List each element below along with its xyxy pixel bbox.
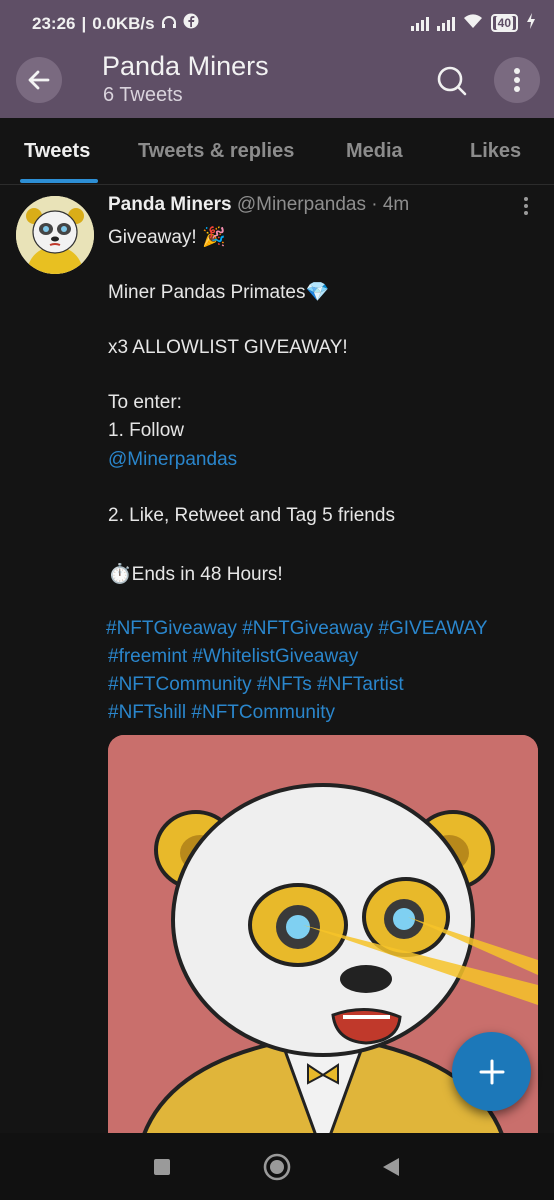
home-button[interactable] — [263, 1153, 291, 1181]
author-name[interactable]: Panda Miners — [108, 194, 232, 215]
author-handle-time: @Minerpandas · 4m — [236, 194, 410, 215]
charging-icon — [526, 13, 536, 32]
compose-tweet-button[interactable] — [452, 1032, 531, 1111]
status-bar: 23:26 | 0.0KB/s 40 — [0, 0, 554, 48]
signal-icon — [410, 15, 429, 31]
tweet-more-button[interactable] — [516, 194, 536, 218]
tweet-line: x3 ALLOWLIST GIVEAWAY! — [108, 337, 348, 358]
signal-icon-2 — [436, 15, 455, 31]
square-icon — [154, 1159, 170, 1175]
wifi-icon — [463, 13, 483, 32]
app-bar: Panda Miners 6 Tweets — [0, 48, 554, 118]
avatar[interactable] — [16, 196, 94, 274]
tweet-line: 1. Follow — [108, 420, 185, 441]
status-time: 23:26 — [32, 13, 76, 33]
profile-tabs: Tweets Tweets & replies Media Likes — [0, 118, 554, 185]
plus-icon — [479, 1059, 504, 1084]
triangle-back-icon — [383, 1158, 399, 1176]
battery-icon: 40 — [490, 13, 518, 32]
back-nav-button[interactable] — [377, 1153, 405, 1181]
status-left: 23:26 | 0.0KB/s — [32, 13, 199, 34]
search-button[interactable] — [429, 58, 475, 104]
tab-likes[interactable]: Likes — [470, 140, 521, 163]
search-icon — [437, 66, 467, 96]
more-options-button[interactable] — [494, 57, 540, 103]
hashtag-line[interactable]: #NFTGiveaway #NFTGiveaway #GIVEAWAY — [106, 618, 488, 640]
network-speed: 0.0KB/s — [92, 13, 155, 33]
tab-media[interactable]: Media — [346, 140, 403, 163]
tweet-line: To enter: — [108, 392, 182, 413]
vertical-dots-icon — [514, 68, 520, 92]
arrow-left-icon — [28, 70, 50, 90]
page-title: Panda Miners — [102, 51, 269, 81]
system-nav-bar — [0, 1133, 554, 1200]
active-tab-indicator — [20, 179, 98, 183]
facebook-icon — [183, 13, 199, 34]
tab-tweets[interactable]: Tweets — [24, 140, 90, 163]
tweet-line: 2. Like, Retweet and Tag 5 friends — [108, 505, 395, 526]
status-right: 40 — [410, 13, 536, 32]
tweet-line: Giveaway! 🎉 — [108, 227, 226, 248]
tweet-header: Panda Miners @Minerpandas · 4m — [108, 194, 409, 216]
mention-link[interactable]: @Minerpandas — [108, 449, 237, 471]
tweet-line: ⏱️Ends in 48 Hours! — [108, 564, 283, 585]
circle-icon — [263, 1153, 291, 1181]
tweet-count: 6 Tweets — [103, 84, 183, 106]
hashtag-line[interactable]: #NFTCommunity #NFTs #NFTartist — [108, 674, 404, 696]
back-button[interactable] — [16, 57, 62, 103]
tweet-line: Miner Pandas Primates💎 — [108, 282, 330, 303]
recents-button[interactable] — [148, 1153, 176, 1181]
tab-tweets-replies[interactable]: Tweets & replies — [138, 140, 294, 163]
hashtag-line[interactable]: #freemint #WhitelistGiveaway — [108, 646, 358, 668]
hashtag-line[interactable]: #NFTshill #NFTCommunity — [108, 702, 335, 724]
headphones-icon — [161, 14, 177, 34]
panda-avatar-image — [16, 196, 94, 274]
